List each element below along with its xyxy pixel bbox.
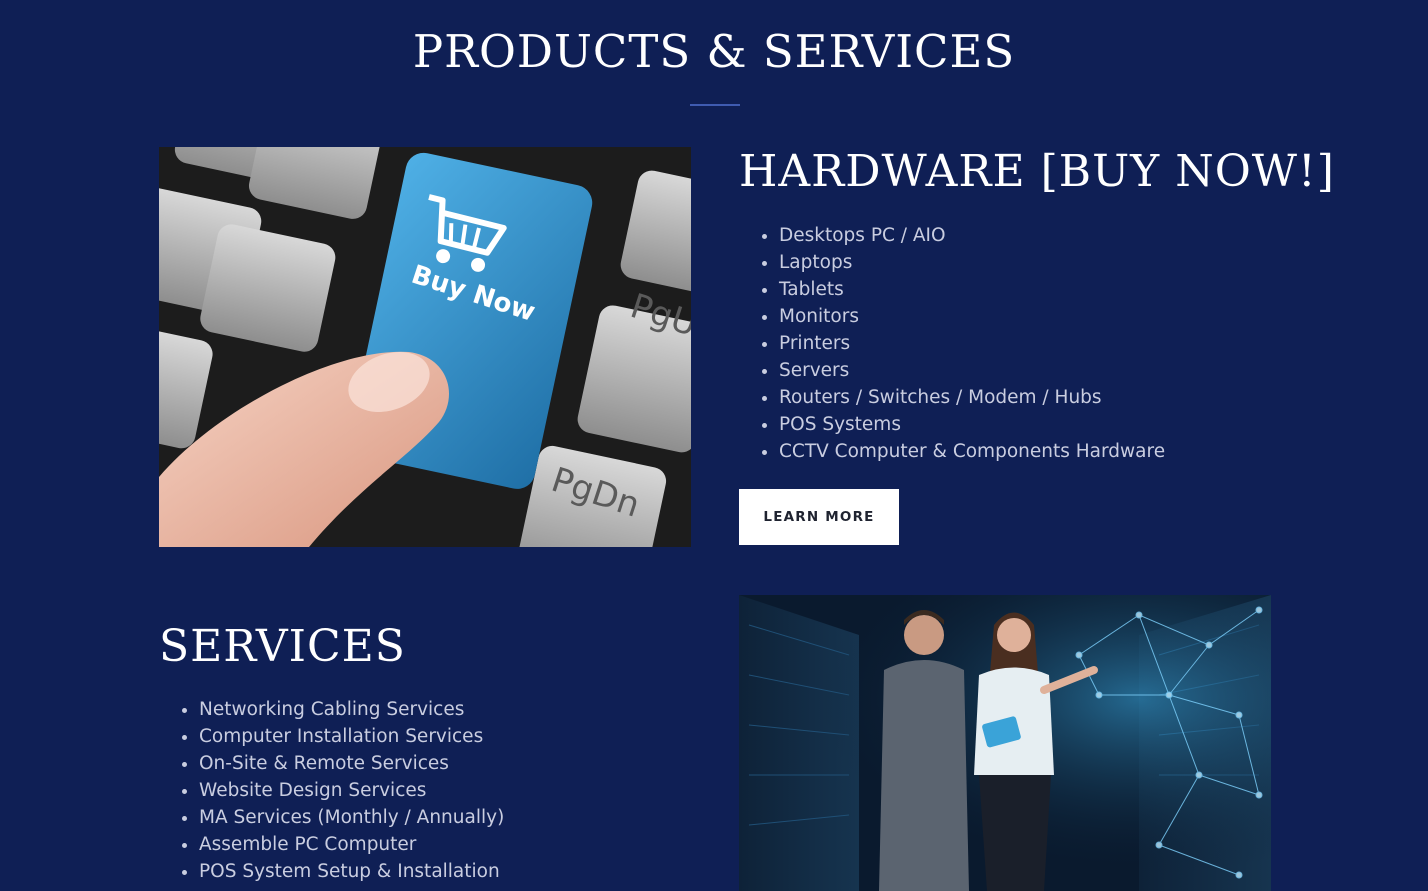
list-item: POS System Setup & Installation [199, 858, 504, 885]
services-heading: SERVICES [159, 621, 406, 672]
list-item: Servers [779, 357, 1165, 384]
list-item: Printers [779, 330, 1165, 357]
list-item: On-Site & Remote Services [199, 750, 504, 777]
list-item: Monitors [779, 303, 1165, 330]
list-item: Desktops PC / AIO [779, 222, 1165, 249]
services-list: Networking Cabling Services Computer Ins… [159, 696, 504, 885]
list-item: Routers / Switches / Modem / Hubs [779, 384, 1165, 411]
list-item: Assemble PC Computer [199, 831, 504, 858]
server-room-illustration [739, 595, 1271, 891]
section-title: PRODUCTS & SERVICES [412, 25, 1016, 78]
keyboard-illustration: Buy Now PgU PgDn [159, 147, 691, 547]
title-divider [690, 104, 740, 106]
hardware-list: Desktops PC / AIO Laptops Tablets Monito… [739, 222, 1165, 465]
hardware-heading: HARDWARE [BUY NOW!] [739, 146, 1335, 197]
server-room-image [739, 595, 1271, 891]
list-item: Networking Cabling Services [199, 696, 504, 723]
list-item: Computer Installation Services [199, 723, 504, 750]
list-item: CCTV Computer & Components Hardware [779, 438, 1165, 465]
buy-now-keyboard-image: Buy Now PgU PgDn [159, 147, 691, 547]
list-item: POS Systems [779, 411, 1165, 438]
list-item: MA Services (Monthly / Annually) [199, 804, 504, 831]
list-item: Laptops [779, 249, 1165, 276]
learn-more-button[interactable]: LEARN MORE [739, 489, 899, 545]
list-item: Tablets [779, 276, 1165, 303]
list-item: Website Design Services [199, 777, 504, 804]
